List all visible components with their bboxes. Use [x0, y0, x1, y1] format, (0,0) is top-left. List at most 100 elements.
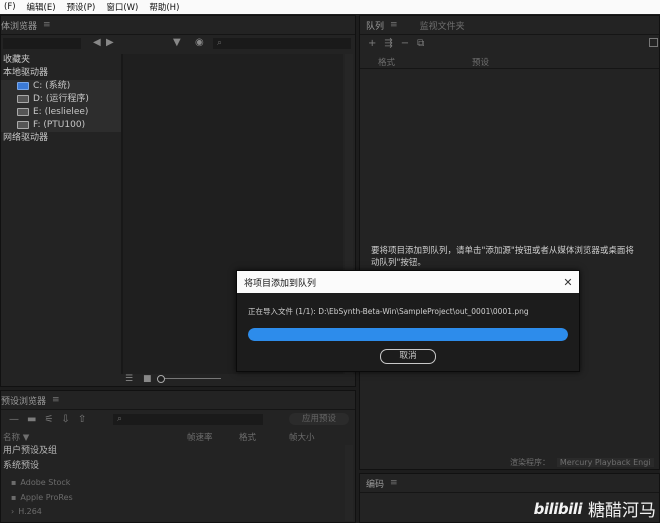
- col-format[interactable]: 格式: [239, 431, 256, 443]
- watermark: bilibili 糖醋河马: [533, 496, 656, 522]
- menu-preset[interactable]: 预设(P): [63, 1, 103, 13]
- media-search-input[interactable]: ⌕: [213, 38, 351, 49]
- panel-menu-icon[interactable]: ≡: [390, 20, 398, 30]
- queue-tab[interactable]: 队列: [366, 19, 384, 32]
- menu-file[interactable]: (F): [0, 2, 23, 12]
- search-icon: ⌕: [117, 414, 123, 424]
- preset-browser-tab-label: 预设浏览器: [1, 396, 47, 407]
- drive-icon: [17, 81, 29, 90]
- tree-drive-e[interactable]: E: (leslielee): [1, 106, 121, 119]
- preset-row-user[interactable]: 用户预设及组: [1, 445, 343, 458]
- preset-icon: ▪: [11, 493, 17, 502]
- import-icon[interactable]: ⇩: [61, 414, 69, 425]
- panel-menu-icon[interactable]: ≡: [52, 395, 60, 405]
- dialog-title: 将项目添加到队列: [244, 278, 317, 289]
- drive-label: C: (系统): [33, 81, 71, 91]
- search-icon: ⌕: [217, 38, 223, 48]
- add-output-icon[interactable]: ⇶: [384, 38, 392, 49]
- progress-fill: [248, 328, 568, 341]
- close-icon[interactable]: ✕: [557, 276, 579, 289]
- preset-search-input[interactable]: ⌕: [113, 414, 263, 425]
- bilibili-logo: bilibili: [533, 499, 583, 518]
- apply-preset-button[interactable]: 应用预设: [289, 413, 349, 425]
- queue-tabs: 队列 ≡ 监视文件夹: [360, 16, 659, 35]
- col-frame-rate[interactable]: 帧速率: [187, 431, 213, 443]
- menu-window[interactable]: 窗口(W): [102, 1, 145, 13]
- checkbox-icon[interactable]: [649, 38, 658, 47]
- nav-back-icon[interactable]: ◀: [93, 37, 101, 48]
- folder-tree: 收藏夹 本地驱动器 C: (系统) D: (运行程序) E: (lesliele…: [1, 54, 121, 374]
- col-name[interactable]: 名称 ▼: [3, 431, 29, 443]
- preset-row-system[interactable]: 系统预设: [1, 460, 343, 473]
- tree-drive-c[interactable]: C: (系统): [1, 80, 121, 93]
- tree-drive-f[interactable]: F: (PTU100): [1, 119, 121, 132]
- queue-hint-line1: 要将项目添加到队列，请单击"添加源"按钮或者从媒体浏览器或桌面将: [371, 246, 634, 256]
- list-view-icon[interactable]: ☰: [125, 374, 133, 384]
- dialog-titlebar: 将项目添加到队列 ✕: [237, 271, 579, 293]
- menubar: (F) 编辑(E) 预设(P) 窗口(W) 帮助(H): [0, 0, 660, 14]
- tree-local-drives[interactable]: 本地驱动器: [1, 67, 121, 80]
- drive-icon: [17, 94, 29, 103]
- preset-label: H.264: [18, 507, 42, 516]
- drive-icon: [17, 120, 29, 129]
- preset-row-adobe-stock[interactable]: ▪ Adobe Stock: [9, 476, 341, 489]
- add-source-icon[interactable]: +: [368, 38, 376, 49]
- queue-panel: 队列 ≡ 监视文件夹 + ⇶ − ⧉ 格式 预设 要将项目添加到队列，请单击"添…: [359, 15, 660, 470]
- preset-label: Apple ProRes: [20, 493, 73, 502]
- queue-hint-line2: 动队列"按钮。: [371, 258, 426, 268]
- zoom-slider-knob[interactable]: [157, 375, 165, 383]
- drive-label: F: (PTU100): [33, 120, 86, 130]
- preset-row-apple-prores[interactable]: ▪ Apple ProRes: [9, 491, 341, 504]
- watermark-text: 糖醋河马: [588, 501, 656, 521]
- drive-label: E: (leslielee): [33, 107, 89, 117]
- renderer-label: 渲染程序：: [510, 458, 550, 467]
- panel-menu-icon[interactable]: ≡: [43, 20, 51, 30]
- export-icon[interactable]: ⇧: [78, 414, 86, 425]
- preset-browser-panel: 预设浏览器 ≡ — ▬ ⚟ ⇩ ⇧ ⌕ 应用预设 名称 ▼ 帧速率 格式 帧大小…: [0, 390, 356, 523]
- panel-menu-icon[interactable]: ≡: [390, 478, 398, 488]
- add-to-queue-dialog: 将项目添加到队列 ✕ 正在导入文件 (1/1): D:\EbSynth-Beta…: [236, 270, 580, 372]
- preset-row-h264[interactable]: › H.264: [9, 505, 341, 518]
- import-progress-bar: [248, 328, 568, 341]
- preset-column-headers: 名称 ▼ 帧速率 格式 帧大小: [1, 431, 341, 443]
- add-icon[interactable]: —: [9, 414, 19, 425]
- renderer-select[interactable]: Mercury Playback Engi: [556, 458, 654, 467]
- zoom-slider[interactable]: [157, 375, 221, 383]
- settings-icon[interactable]: ⚟: [44, 414, 53, 425]
- tree-favorites[interactable]: 收藏夹: [1, 54, 121, 67]
- watch-folder-tab[interactable]: 监视文件夹: [420, 19, 465, 32]
- media-browser-tab[interactable]: 体浏览器 ≡: [1, 16, 355, 35]
- preset-browser-tab[interactable]: 预设浏览器 ≡: [1, 391, 355, 410]
- view-icon[interactable]: ◉: [195, 37, 204, 48]
- folder-icon[interactable]: ▬: [27, 414, 36, 425]
- queue-column-headers: 格式 预设: [360, 56, 659, 69]
- filter-icon[interactable]: ▼: [173, 37, 181, 48]
- nav-forward-icon[interactable]: ▶: [106, 37, 114, 48]
- encoding-tab[interactable]: 编码 ≡: [360, 474, 659, 493]
- import-status: 正在导入文件 (1/1): D:\EbSynth-Beta-Win\Sample…: [248, 307, 529, 316]
- queue-toolbar: + ⇶ − ⧉: [368, 38, 424, 49]
- duplicate-icon[interactable]: ⧉: [417, 38, 424, 49]
- cancel-button[interactable]: 取消: [380, 349, 436, 364]
- col-size[interactable]: 帧大小: [289, 431, 315, 443]
- drive-label: D: (运行程序): [33, 94, 89, 104]
- preset-label: Adobe Stock: [20, 478, 71, 487]
- preset-scrollbar[interactable]: [345, 445, 353, 521]
- col-preset[interactable]: 预设: [472, 56, 489, 68]
- col-format[interactable]: 格式: [378, 56, 395, 68]
- renderer-row: 渲染程序： Mercury Playback Engi: [510, 457, 660, 469]
- tree-drive-d[interactable]: D: (运行程序): [1, 93, 121, 106]
- path-dropdown[interactable]: [3, 38, 81, 49]
- menu-edit[interactable]: 编辑(E): [23, 1, 63, 13]
- drive-icon: [17, 107, 29, 116]
- thumb-view-icon[interactable]: ■: [143, 374, 152, 384]
- preset-toolbar: — ▬ ⚟ ⇩ ⇧: [9, 414, 86, 425]
- menu-help[interactable]: 帮助(H): [145, 1, 186, 13]
- remove-icon[interactable]: −: [401, 38, 409, 49]
- preset-icon: ▪: [11, 478, 17, 487]
- media-browser-tab-label: 体浏览器: [1, 21, 38, 32]
- expand-icon: ›: [11, 507, 15, 516]
- tree-network-drives[interactable]: 网络驱动器: [1, 132, 121, 145]
- queue-hint: 要将项目添加到队列，请单击"添加源"按钮或者从媒体浏览器或桌面将 动队列"按钮。: [371, 245, 660, 269]
- media-browser-toolbar: ◀ ▶ ▼ ◉ ⌕: [1, 36, 355, 52]
